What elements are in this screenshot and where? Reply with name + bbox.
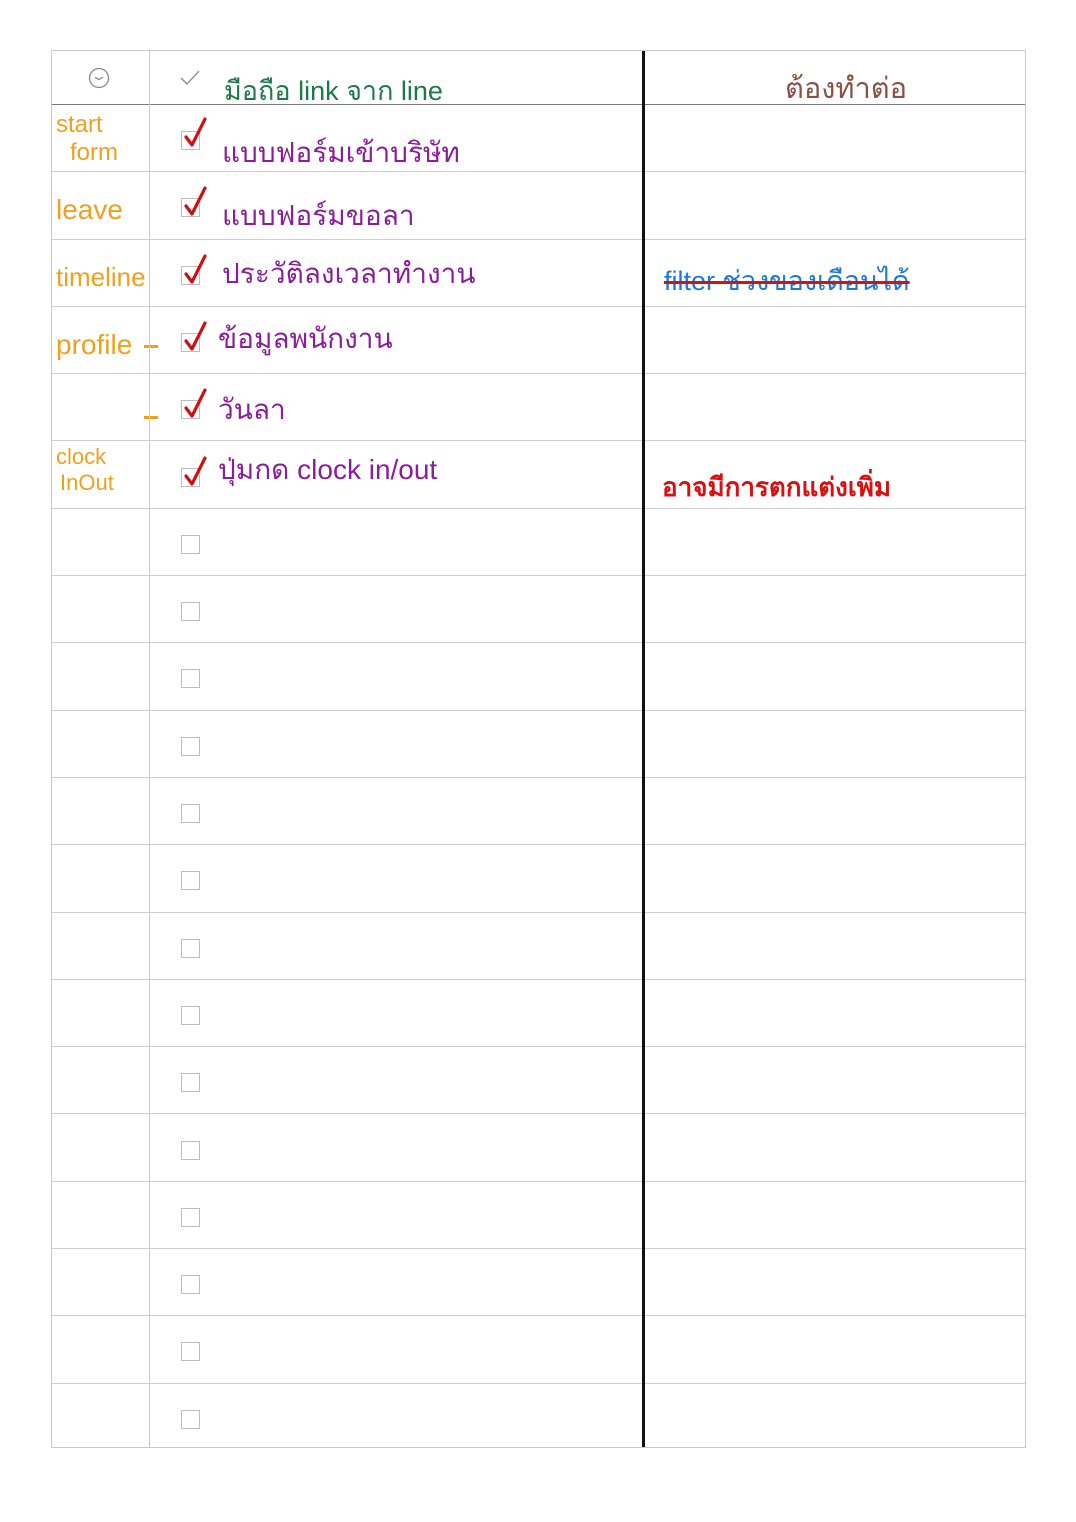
notes-column-divider <box>642 51 645 1447</box>
tag-column-divider <box>149 51 150 1447</box>
list-item <box>52 576 1025 644</box>
list-item <box>52 711 1025 778</box>
task-checkbox[interactable] <box>181 602 200 622</box>
list-item <box>52 1249 1025 1317</box>
red-check-icon <box>184 117 207 147</box>
tag-label: start <box>56 111 103 138</box>
check-icon <box>180 70 200 86</box>
task-text: แบบฟอร์มขอลา <box>222 200 415 232</box>
list-item <box>52 1316 1025 1384</box>
list-item <box>52 1115 1025 1182</box>
task-checkbox[interactable] <box>181 534 200 554</box>
task-checkbox[interactable] <box>181 938 200 958</box>
list-item: วันลา <box>52 374 1025 442</box>
red-check-icon <box>184 321 207 351</box>
task-checkbox[interactable] <box>181 736 200 756</box>
task-text: วันลา <box>218 394 286 426</box>
red-check-icon <box>184 186 207 216</box>
task-checkbox[interactable] <box>181 1073 200 1093</box>
checklist-sheet: มือถือ link จาก line ต้องทำต่อ start form… <box>51 50 1026 1448</box>
tag-label: clock <box>56 443 107 469</box>
red-check-icon <box>184 253 207 284</box>
list-item <box>52 1182 1025 1250</box>
task-checkbox[interactable] <box>181 1005 200 1025</box>
list-item <box>52 913 1025 980</box>
task-checkbox[interactable] <box>181 1140 200 1160</box>
task-checkbox[interactable] <box>181 1275 200 1295</box>
list-item <box>52 845 1025 913</box>
task-checkbox[interactable] <box>181 871 200 891</box>
list-item: leave แบบฟอร์มขอลา <box>52 172 1025 240</box>
tag-label-line2: InOut <box>60 469 114 495</box>
list-item: profile ข้อมูลพนักงาน <box>52 307 1025 375</box>
header-row: มือถือ link จาก line ต้องทำต่อ <box>52 51 1025 106</box>
struck-note: filter ช่วงของเดือนได้ <box>664 265 910 296</box>
task-checkbox[interactable] <box>181 1342 200 1362</box>
red-check-icon <box>184 388 207 418</box>
red-check-icon <box>184 455 207 486</box>
list-item: timeline ประวัติลงเวลาทำงาน filter ช่วงของ… <box>52 240 1025 307</box>
task-text: ประวัติลงเวลาทำงาน <box>222 257 476 289</box>
tag-label-line2: form <box>70 139 118 166</box>
list-item <box>52 980 1025 1048</box>
task-text: ปุ่มกด clock in/out <box>218 453 438 485</box>
list-item: clock InOut ปุ่มกด clock in/out อาจมีการตกแ… <box>52 442 1025 509</box>
list-item <box>52 1384 1025 1451</box>
tag-dash <box>144 344 158 348</box>
todo-note: อาจมีการตกแต่งเพิ่ม <box>662 471 892 502</box>
tag-label: timeline <box>56 261 146 292</box>
list-item <box>52 643 1025 711</box>
list-item: start form แบบฟอร์มเข้าบริษัท <box>52 105 1025 173</box>
task-checkbox[interactable] <box>181 1409 200 1429</box>
list-item <box>52 509 1025 577</box>
task-text: แบบฟอร์มเข้าบริษัท <box>222 137 460 168</box>
list-item <box>52 778 1025 846</box>
task-checkbox[interactable] <box>181 804 200 823</box>
task-checkbox[interactable] <box>181 1207 200 1227</box>
task-checkbox[interactable] <box>181 669 200 689</box>
tag-label: profile <box>56 328 133 360</box>
list-item <box>52 1047 1025 1115</box>
clock-icon <box>88 67 110 89</box>
tag-dash <box>144 416 158 420</box>
tag-label: leave <box>56 194 123 226</box>
task-text: ข้อมูลพนักงาน <box>218 322 393 354</box>
